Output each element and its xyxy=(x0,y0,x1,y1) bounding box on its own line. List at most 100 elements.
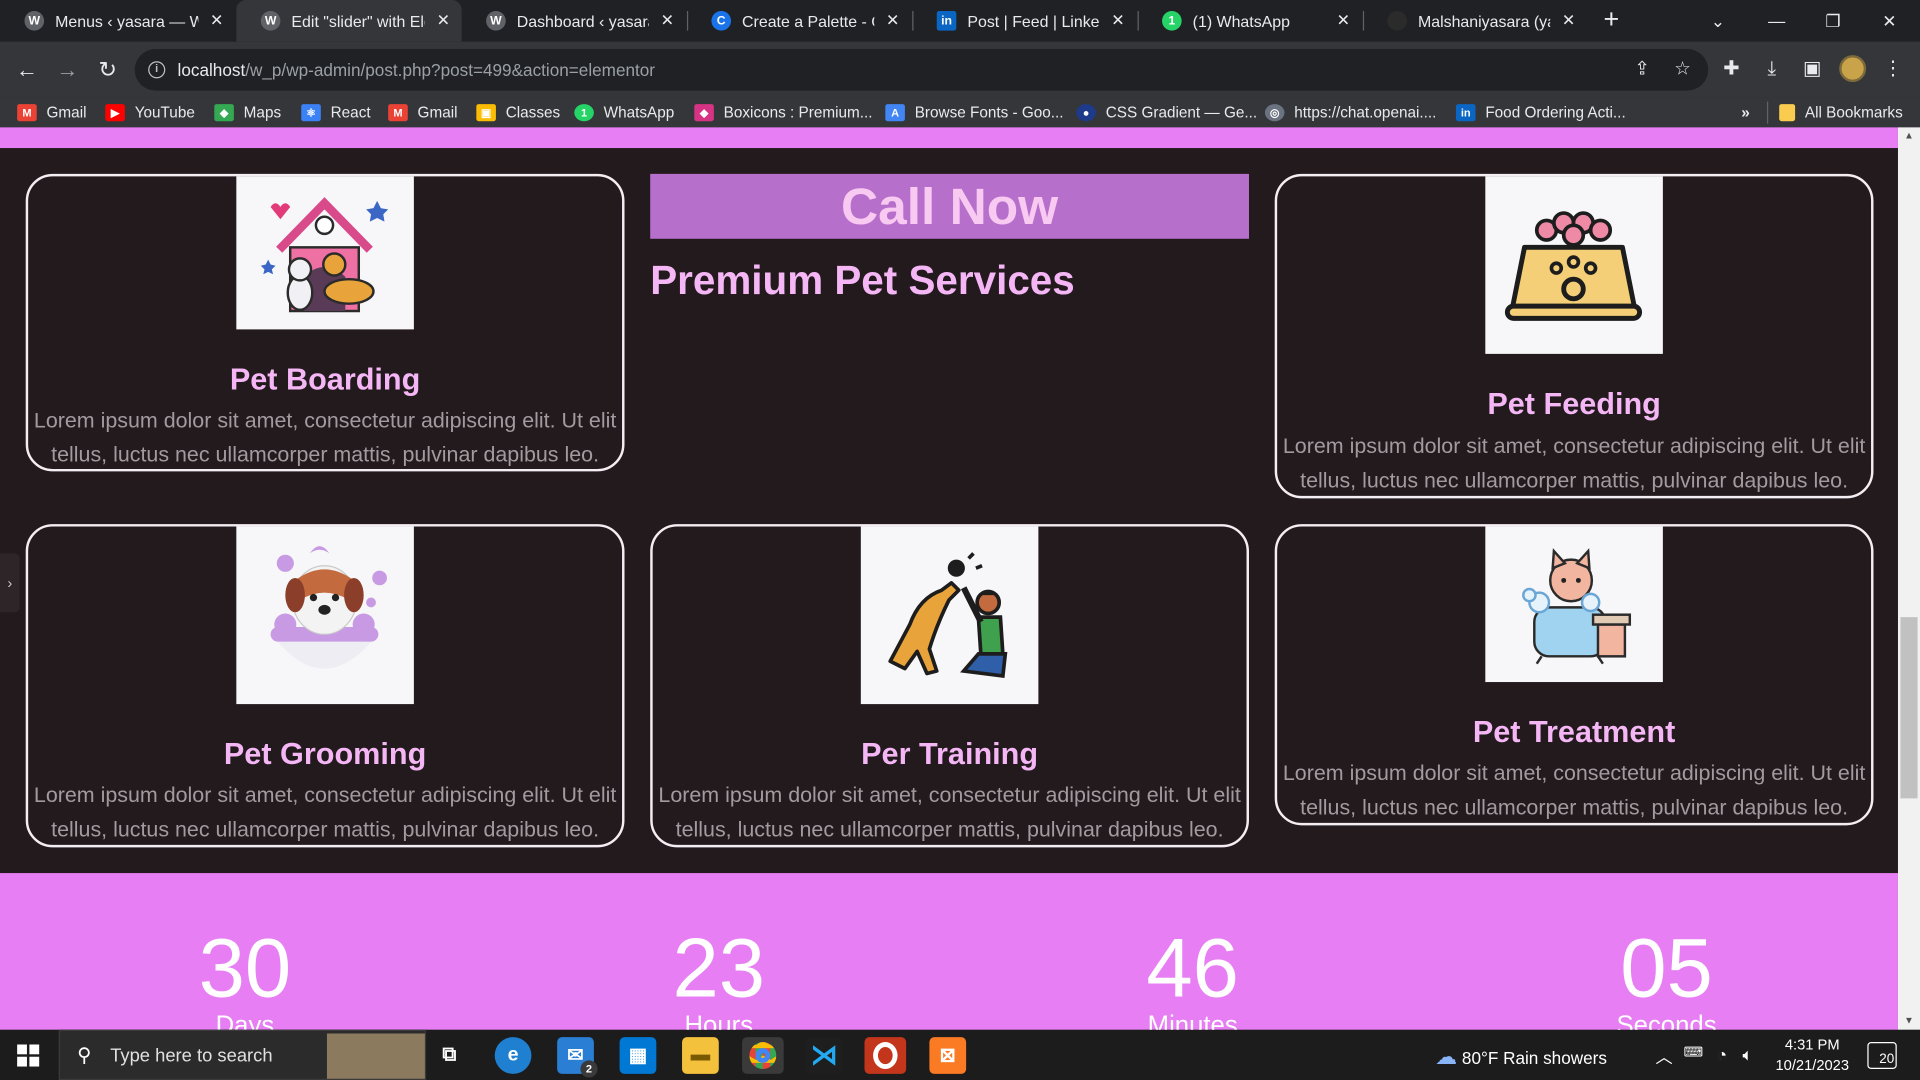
bookmark-youtube[interactable]: ▶ YouTube xyxy=(105,102,195,124)
windows-start-icon[interactable] xyxy=(17,1044,40,1067)
new-tab-button[interactable]: + xyxy=(1598,6,1625,35)
scroll-down-icon[interactable]: ▼ xyxy=(1898,1013,1920,1030)
service-card-pet-grooming: Pet Grooming Lorem ipsum dolor sit amet,… xyxy=(25,524,625,848)
xampp-icon[interactable]: ⊠ xyxy=(929,1037,967,1074)
elementor-panel-toggle[interactable]: › xyxy=(0,553,20,613)
pet-food-bowl-icon xyxy=(1485,176,1663,354)
bookmark-react[interactable]: ⚛ React xyxy=(301,102,371,124)
dog-bath-icon xyxy=(236,526,414,705)
vertical-scrollbar[interactable]: ▲ ▼ xyxy=(1897,127,1920,1030)
opera-icon[interactable] xyxy=(864,1037,907,1074)
call-now-button[interactable]: Call Now xyxy=(650,173,1249,239)
bookmark-boxicons[interactable]: ◆ Boxicons : Premium... xyxy=(694,102,873,124)
top-pink-band xyxy=(0,127,1898,149)
wordpress-icon: W xyxy=(260,11,281,31)
site-info-icon[interactable]: i xyxy=(148,61,166,79)
tab-create-palette[interactable]: C Create a Palette - Coo ✕ xyxy=(687,0,911,42)
close-tab-icon[interactable]: ✕ xyxy=(884,11,901,31)
microsoft-store-icon[interactable]: ▦ xyxy=(619,1037,657,1074)
close-tab-icon[interactable]: ✕ xyxy=(435,11,452,31)
close-tab-icon[interactable]: ✕ xyxy=(208,11,225,31)
dog-training-icon xyxy=(860,526,1039,705)
tab-dashboard[interactable]: W Dashboard ‹ yasara – ✕ xyxy=(462,0,686,42)
close-tab-icon[interactable]: ✕ xyxy=(1109,11,1126,31)
minimize-button[interactable]: — xyxy=(1749,0,1805,42)
bookmark-chatgpt[interactable]: ◎ https://chat.openai.... xyxy=(1264,102,1436,124)
tab-search-icon[interactable]: ⌄ xyxy=(1690,0,1746,42)
search-icon: ⚲ xyxy=(77,1045,92,1067)
reload-icon[interactable]: ↻ xyxy=(92,54,124,86)
system-clock[interactable]: 4:31 PM 10/21/2023 xyxy=(1763,1035,1861,1077)
countdown-hours: 23 Hours xyxy=(672,922,766,1040)
bookmark-google-fonts[interactable]: A Browse Fonts - Goo... xyxy=(885,102,1064,124)
input-method-icon[interactable]: ⌨ xyxy=(1684,1044,1703,1061)
openai-icon: ◎ xyxy=(1264,104,1285,122)
card-title: Per Training xyxy=(861,737,1039,772)
tab-edit-slider[interactable]: W Edit "slider" with Elem ✕ xyxy=(236,0,462,42)
maps-icon: ◆ xyxy=(214,104,234,122)
extensions-icon[interactable]: ✚ xyxy=(1718,56,1745,83)
notifications-icon[interactable]: 20 xyxy=(1867,1042,1897,1069)
close-tab-icon[interactable]: ✕ xyxy=(1335,11,1352,31)
mail-icon[interactable]: 2 ✉ xyxy=(557,1037,598,1078)
vscode-icon[interactable]: ⋊ xyxy=(805,1037,843,1074)
close-tab-icon[interactable]: ✕ xyxy=(659,11,676,31)
share-icon[interactable]: ⇪ xyxy=(1631,59,1653,81)
github-icon xyxy=(1387,11,1407,31)
scroll-up-icon[interactable]: ▲ xyxy=(1898,127,1920,144)
profile-avatar[interactable] xyxy=(1839,55,1867,83)
menu-icon[interactable]: ⋮ xyxy=(1880,56,1907,83)
restore-button[interactable]: ❐ xyxy=(1805,0,1861,42)
linkedin-icon: in xyxy=(936,11,957,31)
folder-icon xyxy=(1779,104,1796,122)
bookmark-gmail-2[interactable]: M Gmail xyxy=(388,102,458,124)
card-description: Lorem ipsum dolor sit amet, consectetur … xyxy=(1282,760,1866,820)
bookmarks-overflow-button[interactable]: » xyxy=(1741,102,1750,124)
bookmark-classes[interactable]: ▣ Classes xyxy=(476,102,560,124)
browser-toolbar: ← → ↻ i localhost/w_p/wp-admin/post.php?… xyxy=(0,41,1920,98)
bookmark-star-icon[interactable]: ☆ xyxy=(1671,59,1693,81)
forward-icon[interactable]: → xyxy=(51,54,83,86)
tab-whatsapp[interactable]: 1 (1) WhatsApp ✕ xyxy=(1138,0,1362,42)
google-fonts-icon: A xyxy=(885,104,905,122)
all-bookmarks-button[interactable]: All Bookmarks xyxy=(1766,101,1903,124)
close-tab-icon[interactable]: ✕ xyxy=(1560,11,1577,31)
search-highlight-image xyxy=(326,1033,425,1079)
service-card-per-training: Per Training Lorem ipsum dolor sit amet,… xyxy=(650,524,1249,848)
card-title: Pet Treatment xyxy=(1472,715,1676,750)
card-description: Lorem ipsum dolor sit amet, consectetur … xyxy=(1282,433,1866,493)
countdown-seconds: 05 Seconds xyxy=(1616,922,1717,1040)
side-panel-icon[interactable]: ▣ xyxy=(1799,56,1826,83)
file-explorer-icon[interactable]: ▬ xyxy=(682,1037,719,1074)
tab-github[interactable]: Malshaniyasara (yasar ✕ xyxy=(1363,0,1587,42)
countdown-minutes: 46 Minutes xyxy=(1146,922,1239,1040)
address-bar[interactable]: i localhost/w_p/wp-admin/post.php?post=4… xyxy=(134,48,1709,91)
boxicons-icon: ◆ xyxy=(694,104,714,122)
wifi-icon[interactable]: ◔ xyxy=(1717,1044,1727,1064)
taskbar-search[interactable]: ⚲ Type here to search xyxy=(58,1029,427,1080)
card-description: Lorem ipsum dolor sit amet, consectetur … xyxy=(33,407,617,467)
download-icon[interactable]: ⤓ xyxy=(1758,56,1785,83)
tab-linkedin[interactable]: in Post | Feed | LinkedIn ✕ xyxy=(912,0,1136,42)
back-icon[interactable]: ← xyxy=(11,54,43,86)
bookmark-maps[interactable]: ◆ Maps xyxy=(214,102,281,124)
bookmark-gmail[interactable]: M Gmail xyxy=(17,102,87,124)
bookmark-css-gradient[interactable]: ● CSS Gradient — Ge... xyxy=(1076,102,1257,124)
react-icon: ⚛ xyxy=(301,104,321,122)
task-view-icon[interactable]: ⧉ xyxy=(431,1037,468,1074)
url-text[interactable]: localhost/w_p/wp-admin/post.php?post=499… xyxy=(178,60,655,80)
card-title: Pet Grooming xyxy=(223,737,427,772)
tab-menus[interactable]: W Menus ‹ yasara — W ✕ xyxy=(0,0,235,42)
bookmark-food-ordering[interactable]: in Food Ordering Acti... xyxy=(1455,102,1626,124)
weather-widget[interactable]: ☁ 80°F Rain showers xyxy=(1435,1044,1607,1070)
coolors-icon: C xyxy=(711,11,732,31)
pet-house-icon xyxy=(236,176,414,330)
tray-overflow-icon[interactable]: ︿ xyxy=(1656,1044,1673,1068)
bookmark-whatsapp[interactable]: 1 WhatsApp xyxy=(574,102,674,124)
scrollbar-thumb[interactable] xyxy=(1900,617,1918,799)
edge-icon[interactable]: e xyxy=(494,1037,532,1074)
close-window-button[interactable]: ✕ xyxy=(1861,0,1917,42)
chrome-icon[interactable] xyxy=(742,1037,784,1074)
volume-icon[interactable]: 🔈︎ xyxy=(1742,1044,1752,1065)
card-description: Lorem ipsum dolor sit amet, consectetur … xyxy=(33,782,617,842)
